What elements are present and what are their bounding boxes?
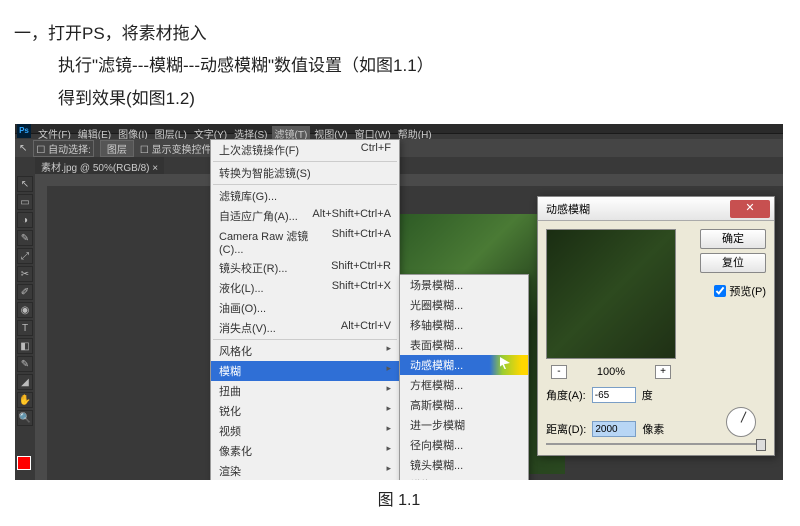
submenu-item[interactable]: 方框模糊... — [400, 375, 528, 395]
show-transform-checkbox[interactable]: ☐ 显示变换控件 — [140, 141, 212, 156]
preview-thumbnail — [546, 229, 676, 359]
instruction-step-1: 一，打开PS，将素材拖入 — [14, 18, 800, 50]
tool-2[interactable]: ◑ — [17, 212, 33, 228]
move-tool-icon: ↖ — [19, 143, 27, 154]
zoom-out-button[interactable]: - — [551, 365, 567, 379]
blur-submenu[interactable]: 场景模糊...光圈模糊...移轴模糊...表面模糊...动感模糊...方框模糊.… — [399, 274, 529, 480]
filter-menu[interactable]: 上次滤镜操作(F)Ctrl+F 转换为智能滤镜(S) 滤镜库(G)...自适应广角(… — [210, 139, 400, 480]
menu-item[interactable]: 扭曲 — [211, 381, 399, 401]
menu-item[interactable]: 镜头校正(R)...Shift+Ctrl+R — [211, 258, 399, 278]
tool-12[interactable]: ✋ — [17, 392, 33, 408]
close-button[interactable]: ✕ — [730, 200, 770, 218]
ok-button[interactable]: 确定 — [700, 229, 766, 249]
zoom-in-button[interactable]: + — [655, 365, 671, 379]
tool-4[interactable]: ⤢ — [17, 248, 33, 264]
submenu-item[interactable]: 镜头模糊... — [400, 455, 528, 475]
menu-item[interactable]: 转换为智能滤镜(S) — [211, 163, 399, 183]
figure-caption: 图 1.1 — [15, 486, 783, 510]
distance-unit: 像素 — [642, 421, 664, 437]
angle-unit: 度 — [642, 387, 653, 403]
dialog-title: 动感模糊 — [546, 201, 590, 217]
menu-item[interactable]: 液化(L)...Shift+Ctrl+X — [211, 278, 399, 298]
tool-0[interactable]: ↖ — [17, 176, 33, 192]
tool-7[interactable]: ◉ — [17, 302, 33, 318]
menu-item[interactable]: 自适应广角(A)...Alt+Shift+Ctrl+A — [211, 206, 399, 226]
menu-item[interactable]: 视频 — [211, 421, 399, 441]
instruction-step-2: 执行"滤镜---模糊---动感模糊"数值设置（如图1.1） — [14, 50, 800, 82]
zoom-level: 100% — [597, 366, 625, 378]
tool-13[interactable]: 🔍 — [17, 410, 33, 426]
angle-input[interactable] — [592, 387, 636, 403]
submenu-item[interactable]: 光圈模糊... — [400, 295, 528, 315]
tool-8[interactable]: T — [17, 320, 33, 336]
layer-dropdown[interactable]: 图层 — [100, 140, 134, 157]
photoshop-window: Ps 文件(F)编辑(E)图像(I)图层(L)文字(Y)选择(S)滤镜(T)视图… — [15, 124, 783, 480]
menu-item[interactable]: 渲染 — [211, 461, 399, 480]
submenu-item[interactable]: 高斯模糊... — [400, 395, 528, 415]
submenu-item[interactable]: 径向模糊... — [400, 435, 528, 455]
menu-item[interactable]: Camera Raw 滤镜(C)...Shift+Ctrl+A — [211, 226, 399, 258]
motion-blur-dialog: 动感模糊 ✕ 确定 复位 预览(P) - 100% + 角度(A): 度 — [537, 196, 775, 456]
distance-input[interactable] — [592, 421, 636, 437]
toolbox: ↖ ▭ ◑ ✎ ⤢ ✂ ✐ ◉ T ◧ ✎ ◢ ✋ 🔍 — [15, 174, 35, 428]
cancel-button[interactable]: 复位 — [700, 253, 766, 273]
tool-3[interactable]: ✎ — [17, 230, 33, 246]
submenu-item[interactable]: 进一步模糊 — [400, 415, 528, 435]
menu-item[interactable]: 滤镜库(G)... — [211, 186, 399, 206]
menu-item[interactable]: 油画(O)... — [211, 298, 399, 318]
submenu-item[interactable]: 移轴模糊... — [400, 315, 528, 335]
tool-9[interactable]: ◧ — [17, 338, 33, 354]
menu-item[interactable]: 像素化 — [211, 441, 399, 461]
menu-item[interactable]: 模糊 — [211, 361, 399, 381]
menu-item[interactable]: 风格化 — [211, 341, 399, 361]
angle-dial[interactable] — [726, 407, 756, 437]
cursor-icon — [500, 357, 510, 369]
foreground-color-swatch[interactable] — [17, 456, 31, 470]
tool-10[interactable]: ✎ — [17, 356, 33, 372]
tool-1[interactable]: ▭ — [17, 194, 33, 210]
submenu-item[interactable]: 场景模糊... — [400, 275, 528, 295]
distance-slider[interactable] — [546, 443, 766, 445]
tool-6[interactable]: ✐ — [17, 284, 33, 300]
ruler-vertical — [35, 186, 47, 480]
tool-11[interactable]: ◢ — [17, 374, 33, 390]
ruler-horizontal — [35, 174, 783, 186]
submenu-item[interactable]: 动感模糊... — [400, 355, 528, 375]
auto-select-checkbox[interactable]: ☐ 自动选择: — [33, 140, 94, 157]
submenu-item[interactable]: 模糊 — [400, 475, 528, 480]
tool-5[interactable]: ✂ — [17, 266, 33, 282]
menu-item[interactable]: 上次滤镜操作(F)Ctrl+F — [211, 140, 399, 160]
menu-item[interactable]: 锐化 — [211, 401, 399, 421]
instruction-step-3: 得到效果(如图1.2) — [14, 83, 800, 115]
angle-label: 角度(A): — [546, 387, 586, 403]
preview-checkbox[interactable]: 预览(P) — [714, 283, 766, 299]
submenu-item[interactable]: 表面模糊... — [400, 335, 528, 355]
distance-label: 距离(D): — [546, 421, 586, 437]
ps-app-icon: Ps — [17, 124, 31, 138]
menu-item[interactable]: 消失点(V)...Alt+Ctrl+V — [211, 318, 399, 338]
